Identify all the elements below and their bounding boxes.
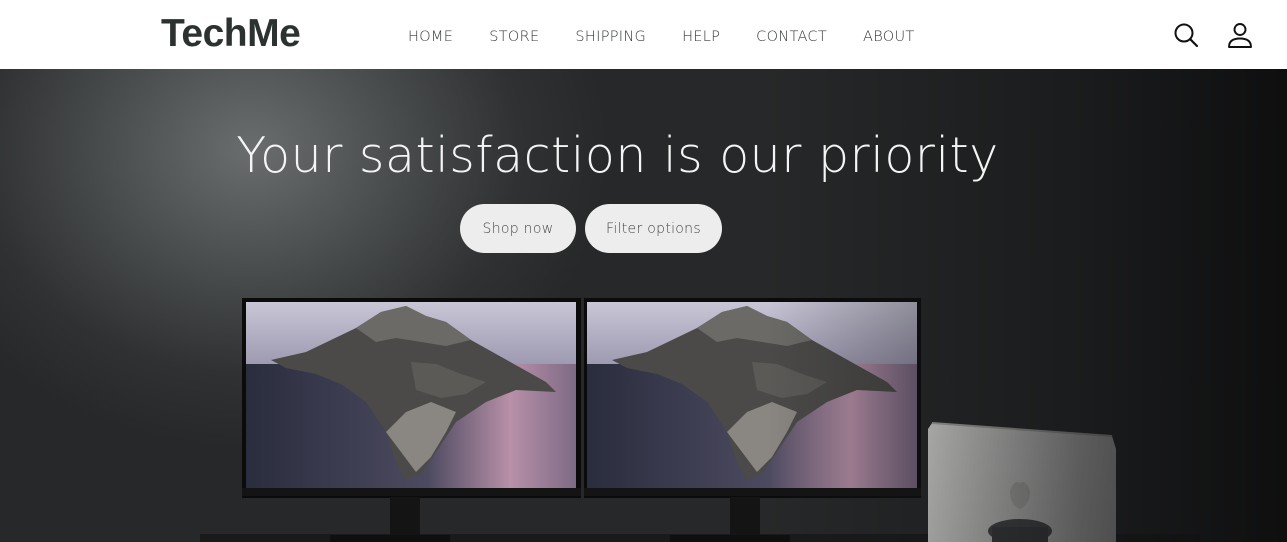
hero-banner: Your satisfaction is our priority Shop n… (0, 69, 1287, 542)
site-header: TechMe HOME STORE SHIPPING HELP CONTACT … (0, 0, 1287, 69)
nav-item-about[interactable]: ABOUT (863, 26, 915, 48)
brand-logo[interactable]: TechMe (161, 12, 301, 56)
nav-item-contact[interactable]: CONTACT (756, 26, 827, 48)
shop-now-button[interactable]: Shop now (460, 204, 576, 253)
nav-item-store[interactable]: STORE (489, 26, 539, 48)
filter-options-button[interactable]: Filter options (585, 204, 722, 253)
nav-item-help[interactable]: HELP (682, 26, 720, 48)
hero-title: Your satisfaction is our priority (236, 127, 999, 184)
nav-item-home[interactable]: HOME (408, 26, 453, 48)
monitor-left (242, 298, 581, 542)
search-icon[interactable] (1171, 20, 1201, 50)
main-nav: HOME STORE SHIPPING HELP CONTACT ABOUT (408, 26, 951, 48)
user-icon[interactable] (1225, 20, 1255, 50)
nav-item-shipping[interactable]: SHIPPING (575, 26, 646, 48)
